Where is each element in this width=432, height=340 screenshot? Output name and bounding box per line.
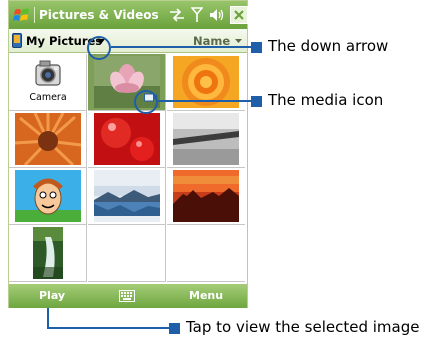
thumbnail-flower[interactable]: [9, 111, 87, 168]
close-icon: [234, 10, 244, 20]
tap-hint-marker: [169, 323, 180, 334]
red-bubbles-thumbnail: [94, 113, 160, 165]
empty-cell: [88, 225, 166, 282]
thumbnail-waterfall[interactable]: [9, 225, 87, 282]
title-bar: Pictures & Videos: [9, 1, 248, 29]
folder-toolbar: My Pictures Name: [9, 29, 247, 53]
grey-abstract-thumbnail: [173, 113, 239, 165]
down-arrow-callout: The down arrow: [268, 37, 389, 55]
coneflower-thumbnail: [15, 113, 81, 165]
camera-label: Camera: [29, 92, 67, 103]
close-button[interactable]: [230, 6, 248, 24]
media-icon-highlight-ring: [134, 90, 158, 114]
play-softkey[interactable]: Play: [39, 289, 65, 302]
thumbnail-red-bubbles[interactable]: [88, 111, 166, 168]
status-icons: [169, 5, 248, 25]
down-arrow-highlight-ring: [87, 36, 111, 60]
tap-hint-callout: Tap to view the selected image: [186, 318, 420, 336]
connectivity-icon[interactable]: [169, 8, 185, 22]
volume-icon[interactable]: [209, 8, 224, 22]
thumbnail-orange-circles[interactable]: [167, 54, 245, 111]
camera-icon: [35, 60, 61, 86]
tap-hint-vertical-line: [47, 308, 49, 329]
title-separator: [34, 7, 35, 23]
folder-device-icon: [12, 33, 22, 48]
app-title: Pictures & Videos: [39, 8, 159, 22]
mountain-lake-thumbnail: [94, 170, 160, 222]
thumbnail-grid: Camera: [9, 54, 247, 284]
keyboard-icon[interactable]: [119, 290, 135, 302]
media-icon-leader-line: [158, 100, 251, 102]
thumbnail-cartoon[interactable]: [9, 168, 87, 225]
thumbnail-sunset[interactable]: [167, 168, 245, 225]
signal-icon[interactable]: [191, 7, 203, 23]
cartoon-character-thumbnail: [15, 170, 81, 222]
waterfall-thumbnail: [33, 227, 63, 279]
thumbnail-lake[interactable]: [88, 168, 166, 225]
desert-sunset-thumbnail: [173, 170, 239, 222]
softkey-bar: Play Menu: [9, 284, 247, 308]
camera-item[interactable]: Camera: [9, 54, 87, 111]
media-icon-marker: [251, 96, 262, 107]
thumbnail-grey-abstract[interactable]: [167, 111, 245, 168]
sort-chevron-down-icon[interactable]: [235, 39, 242, 43]
menu-softkey[interactable]: Menu: [189, 289, 223, 302]
tap-hint-leader-line: [47, 327, 169, 329]
down-arrow-leader-line: [111, 46, 251, 48]
media-icon-callout: The media icon: [268, 91, 384, 109]
down-arrow-marker: [251, 42, 262, 53]
windows-start-icon[interactable]: [13, 6, 31, 24]
empty-cell: [167, 225, 245, 282]
